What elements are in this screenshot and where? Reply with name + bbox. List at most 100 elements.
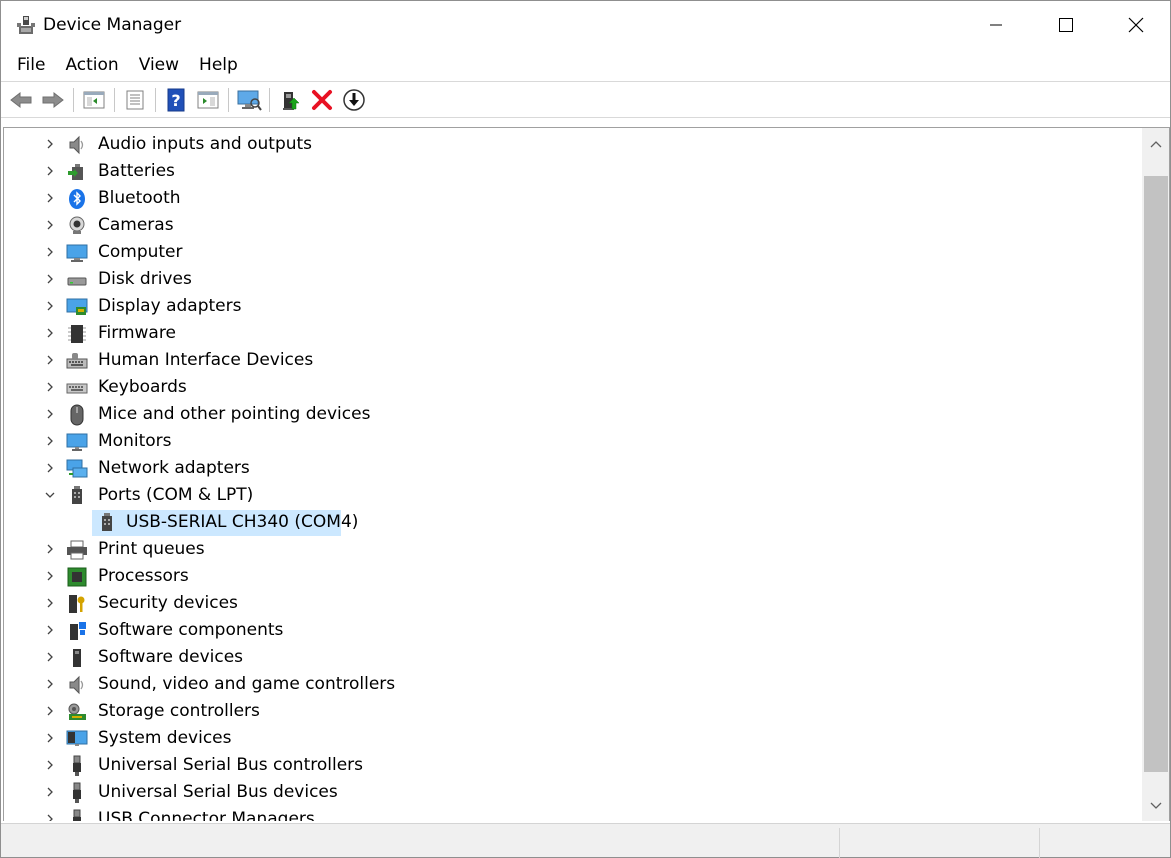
tree-category-item[interactable]: Processors <box>4 563 1142 590</box>
tree-category-item[interactable]: USB Connector Managers <box>4 806 1142 821</box>
tree-category-item[interactable]: Storage controllers <box>4 698 1142 725</box>
chevron-right-icon <box>47 706 53 716</box>
help-button[interactable]: ? <box>162 86 190 114</box>
tree-category-item[interactable]: Audio inputs and outputs <box>4 131 1142 158</box>
expand-chevron[interactable] <box>44 786 56 798</box>
expand-chevron[interactable] <box>44 705 56 717</box>
expand-chevron[interactable] <box>44 624 56 636</box>
uninstall-device-button[interactable] <box>308 86 336 114</box>
toolbar-separator <box>155 88 156 112</box>
tree-category-item[interactable]: Firmware <box>4 320 1142 347</box>
tree-category-item[interactable]: Ports (COM & LPT) <box>4 482 1142 509</box>
expand-chevron[interactable] <box>44 192 56 204</box>
expand-chevron[interactable] <box>44 678 56 690</box>
expand-chevron[interactable] <box>44 543 56 555</box>
maximize-button[interactable] <box>1031 1 1101 49</box>
expand-chevron[interactable] <box>44 354 56 366</box>
device-tree-view[interactable]: Audio inputs and outputs Batteries Bluetoo… <box>3 127 1170 821</box>
expand-chevron[interactable] <box>44 273 56 285</box>
port-icon <box>66 485 88 507</box>
tree-category-item[interactable]: Computer <box>4 239 1142 266</box>
expand-chevron[interactable] <box>44 462 56 474</box>
chevron-right-icon <box>47 139 53 149</box>
tree-item-label: Network adapters <box>98 458 250 478</box>
scroll-down-button[interactable] <box>1142 792 1169 820</box>
show-hide-console-tree-button[interactable] <box>80 86 108 114</box>
chevron-right-icon <box>47 382 53 392</box>
tree-category-item[interactable]: Monitors <box>4 428 1142 455</box>
expand-chevron[interactable] <box>44 327 56 339</box>
chevron-right-icon <box>47 220 53 230</box>
expand-chevron[interactable] <box>44 165 56 177</box>
keyboard-icon <box>66 377 88 399</box>
menu-view[interactable]: View <box>129 50 189 80</box>
tree-category-item[interactable]: Software components <box>4 617 1142 644</box>
tree-category-item[interactable]: System devices <box>4 725 1142 752</box>
tree-category-item[interactable]: Mice and other pointing devices <box>4 401 1142 428</box>
expand-chevron[interactable] <box>44 138 56 150</box>
scrollbar-thumb[interactable] <box>1144 176 1168 772</box>
tree-item-label: Software components <box>98 620 284 640</box>
tree-category-item[interactable]: Disk drives <box>4 266 1142 293</box>
expand-chevron[interactable] <box>44 381 56 393</box>
tree-device-item[interactable]: USB-SERIAL CH340 (COM4) <box>4 509 1142 536</box>
maximize-icon <box>1059 18 1073 32</box>
svg-text:?: ? <box>171 91 180 110</box>
properties-icon <box>126 90 144 110</box>
tree-category-item[interactable]: Display adapters <box>4 293 1142 320</box>
tree-category-item[interactable]: Print queues <box>4 536 1142 563</box>
tree-category-item[interactable]: Bluetooth <box>4 185 1142 212</box>
tree-item-label: Storage controllers <box>98 701 260 721</box>
chevron-right-icon <box>47 571 53 581</box>
device-manager-app-icon <box>15 14 37 36</box>
tree-category-item[interactable]: Keyboards <box>4 374 1142 401</box>
properties-button[interactable] <box>121 86 149 114</box>
tree-category-item[interactable]: Batteries <box>4 158 1142 185</box>
forward-button[interactable] <box>39 86 67 114</box>
tree-category-item[interactable]: Sound, video and game controllers <box>4 671 1142 698</box>
tree-category-item[interactable]: Security devices <box>4 590 1142 617</box>
close-button[interactable] <box>1101 1 1171 49</box>
tree-category-item[interactable]: Network adapters <box>4 455 1142 482</box>
expand-chevron[interactable] <box>44 651 56 663</box>
back-button[interactable] <box>7 86 35 114</box>
port-icon <box>96 512 118 534</box>
scan-hardware-icon <box>237 90 262 111</box>
vertical-scrollbar[interactable] <box>1142 128 1169 821</box>
action-pane-button[interactable] <box>194 86 222 114</box>
usb-icon <box>66 782 88 804</box>
expand-chevron[interactable] <box>44 813 56 821</box>
status-bar <box>1 823 1170 858</box>
title-bar[interactable]: Device Manager <box>1 1 1170 49</box>
menu-help[interactable]: Help <box>189 50 248 80</box>
expand-chevron[interactable] <box>44 219 56 231</box>
expand-chevron[interactable] <box>44 408 56 420</box>
chevron-down-icon <box>1150 802 1162 809</box>
expand-chevron[interactable] <box>44 300 56 312</box>
collapse-chevron[interactable] <box>44 489 56 501</box>
expand-chevron[interactable] <box>44 597 56 609</box>
toolbar-separator <box>269 88 270 112</box>
expand-chevron[interactable] <box>44 732 56 744</box>
tree-category-item[interactable]: Human Interface Devices <box>4 347 1142 374</box>
toolbar-separator <box>228 88 229 112</box>
tree-category-item[interactable]: Universal Serial Bus controllers <box>4 752 1142 779</box>
scan-hardware-button[interactable] <box>235 86 263 114</box>
tree-category-item[interactable]: Software devices <box>4 644 1142 671</box>
tree-category-item[interactable]: Cameras <box>4 212 1142 239</box>
menu-file[interactable]: File <box>7 50 55 80</box>
scroll-up-button[interactable] <box>1142 130 1169 158</box>
tree-category-item[interactable]: Universal Serial Bus devices <box>4 779 1142 806</box>
help-icon: ? <box>167 88 185 112</box>
expand-chevron[interactable] <box>44 246 56 258</box>
expand-chevron[interactable] <box>44 435 56 447</box>
minimize-button[interactable] <box>961 1 1031 49</box>
printer-icon <box>66 539 88 561</box>
expand-chevron[interactable] <box>44 570 56 582</box>
disable-device-button[interactable] <box>340 86 368 114</box>
expand-chevron[interactable] <box>44 759 56 771</box>
toolbar-divider <box>1 117 1170 118</box>
update-driver-button[interactable] <box>276 86 304 114</box>
menu-action[interactable]: Action <box>55 50 128 80</box>
processor-icon <box>66 566 88 588</box>
